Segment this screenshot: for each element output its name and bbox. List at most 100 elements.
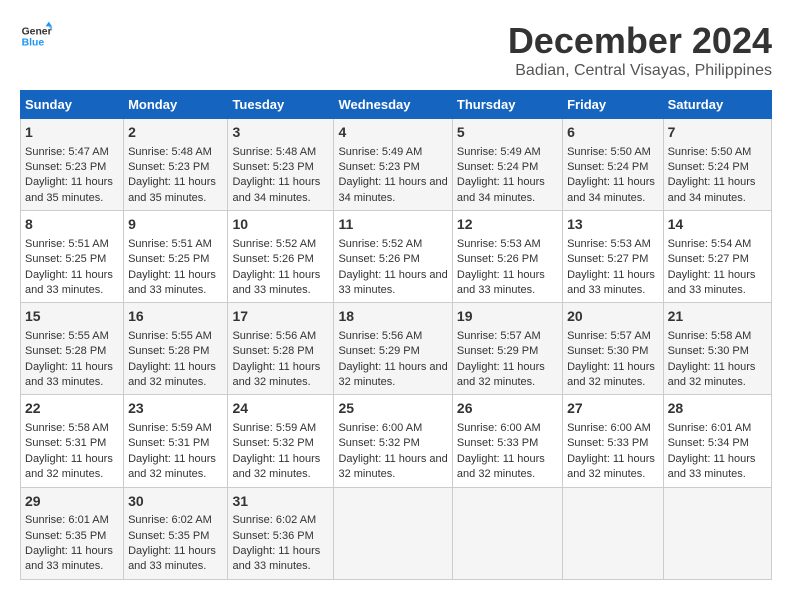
date-number: 20 xyxy=(567,307,659,327)
sunrise-text: Sunrise: 5:59 AM xyxy=(128,422,212,434)
week-row-5: 29 Sunrise: 6:01 AM Sunset: 5:35 PM Dayligh… xyxy=(21,487,772,579)
sunset-text: Sunset: 5:23 PM xyxy=(128,161,209,173)
calendar-cell: 25Sunrise: 6:00 AMSunset: 5:32 PMDayligh… xyxy=(334,395,452,487)
calendar-cell: 31Sunrise: 6:02 AMSunset: 5:36 PMDayligh… xyxy=(228,487,334,579)
date-number: 2 xyxy=(128,123,223,143)
daylight-text: Daylight: 11 hours and 32 minutes. xyxy=(567,453,655,480)
day-header-saturday: Saturday xyxy=(663,91,771,119)
date-number: 30 xyxy=(128,492,223,512)
sunrise-text: Sunrise: 5:55 AM xyxy=(25,330,109,342)
title-area: December 2024 Badian, Central Visayas, P… xyxy=(508,20,772,80)
sunset-text: Sunset: 5:26 PM xyxy=(457,253,538,265)
header-row: SundayMondayTuesdayWednesdayThursdayFrid… xyxy=(21,91,772,119)
calendar-cell: 20Sunrise: 5:57 AMSunset: 5:30 PMDayligh… xyxy=(563,303,664,395)
sunrise-text: Sunrise: 6:01 AM xyxy=(25,514,109,526)
sunrise-text: Sunrise: 5:56 AM xyxy=(338,330,422,342)
week-row-4: 22Sunrise: 5:58 AMSunset: 5:31 PMDayligh… xyxy=(21,395,772,487)
sunrise-text: Sunrise: 6:01 AM xyxy=(668,422,752,434)
calendar-cell xyxy=(563,487,664,579)
sunset-text: Sunset: 5:32 PM xyxy=(232,437,313,449)
date-number: 3 xyxy=(232,123,329,143)
daylight-text: Daylight: 11 hours and 32 minutes. xyxy=(338,453,447,480)
sunset-text: Sunset: 5:23 PM xyxy=(338,161,419,173)
svg-text:Blue: Blue xyxy=(22,38,45,49)
calendar-cell: 14Sunrise: 5:54 AMSunset: 5:27 PMDayligh… xyxy=(663,211,771,303)
date-number: 5 xyxy=(457,123,558,143)
date-number: 19 xyxy=(457,307,558,327)
day-header-sunday: Sunday xyxy=(21,91,124,119)
date-number: 16 xyxy=(128,307,223,327)
calendar-cell: 2Sunrise: 5:48 AMSunset: 5:23 PMDaylight… xyxy=(124,119,228,211)
sunset-text: Sunset: 5:26 PM xyxy=(338,253,419,265)
sunset-text: Sunset: 5:30 PM xyxy=(567,345,648,357)
sunrise-text: Sunrise: 6:00 AM xyxy=(338,422,422,434)
sunset-text: Sunset: 5:33 PM xyxy=(567,437,648,449)
date-number: 29 xyxy=(25,492,119,512)
sunset-text: Sunset: 5:35 PM xyxy=(128,530,209,542)
calendar-cell: 26Sunrise: 6:00 AMSunset: 5:33 PMDayligh… xyxy=(452,395,562,487)
daylight-text: Daylight: 11 hours and 33 minutes. xyxy=(338,269,447,296)
day-header-tuesday: Tuesday xyxy=(228,91,334,119)
daylight-text: Daylight: 11 hours and 35 minutes. xyxy=(25,176,113,203)
sunset-text: Sunset: 5:23 PM xyxy=(232,161,313,173)
daylight-text: Daylight: 11 hours and 32 minutes. xyxy=(567,361,655,388)
calendar-cell: 7Sunrise: 5:50 AMSunset: 5:24 PMDaylight… xyxy=(663,119,771,211)
sunrise-text: Sunrise: 5:54 AM xyxy=(668,238,752,250)
calendar-cell xyxy=(452,487,562,579)
sunrise-text: Sunrise: 5:58 AM xyxy=(25,422,109,434)
daylight-text: Daylight: 11 hours and 34 minutes. xyxy=(668,176,756,203)
calendar-cell: 28Sunrise: 6:01 AMSunset: 5:34 PMDayligh… xyxy=(663,395,771,487)
date-number: 21 xyxy=(668,307,767,327)
sunset-text: Sunset: 5:27 PM xyxy=(668,253,749,265)
daylight-text: Daylight: 11 hours and 32 minutes. xyxy=(128,453,216,480)
date-number: 15 xyxy=(25,307,119,327)
daylight-text: Daylight: 11 hours and 34 minutes. xyxy=(457,176,545,203)
date-number: 9 xyxy=(128,215,223,235)
day-header-wednesday: Wednesday xyxy=(334,91,452,119)
sunset-text: Sunset: 5:29 PM xyxy=(338,345,419,357)
daylight-text: Daylight: 11 hours and 32 minutes. xyxy=(232,453,320,480)
sunrise-text: Sunrise: 5:57 AM xyxy=(457,330,541,342)
daylight-text: Daylight: 11 hours and 32 minutes. xyxy=(668,361,756,388)
sunset-text: Sunset: 5:28 PM xyxy=(128,345,209,357)
sunset-text: Sunset: 5:25 PM xyxy=(25,253,106,265)
sunrise-text: Sunrise: 5:56 AM xyxy=(232,330,316,342)
calendar-cell: 9Sunrise: 5:51 AMSunset: 5:25 PMDaylight… xyxy=(124,211,228,303)
sunset-text: Sunset: 5:31 PM xyxy=(128,437,209,449)
day-header-friday: Friday xyxy=(563,91,664,119)
daylight-text: Daylight: 11 hours and 33 minutes. xyxy=(668,453,756,480)
date-number: 14 xyxy=(668,215,767,235)
sunrise-text: Sunrise: 5:51 AM xyxy=(128,238,212,250)
header: General Blue December 2024 Badian, Centr… xyxy=(20,20,772,80)
calendar-cell: 8Sunrise: 5:51 AMSunset: 5:25 PMDaylight… xyxy=(21,211,124,303)
sunrise-text: Sunrise: 5:49 AM xyxy=(457,146,541,158)
daylight-text: Daylight: 11 hours and 32 minutes. xyxy=(338,361,447,388)
day-header-thursday: Thursday xyxy=(452,91,562,119)
calendar-cell: 30Sunrise: 6:02 AMSunset: 5:35 PMDayligh… xyxy=(124,487,228,579)
daylight-text: Daylight: 11 hours and 32 minutes. xyxy=(128,361,216,388)
sunrise-text: Sunrise: 5:52 AM xyxy=(232,238,316,250)
daylight-text: Daylight: 11 hours and 33 minutes. xyxy=(128,545,216,572)
daylight-text: Daylight: 11 hours and 33 minutes. xyxy=(232,269,320,296)
calendar-cell: 4Sunrise: 5:49 AMSunset: 5:23 PMDaylight… xyxy=(334,119,452,211)
calendar-cell: 21 Sunrise: 5:58 AM Sunset: 5:30 PM Dayligh… xyxy=(663,303,771,395)
svg-text:General: General xyxy=(22,26,52,37)
sunset-text: Sunset: 5:24 PM xyxy=(567,161,648,173)
daylight-text: Daylight: 11 hours and 33 minutes. xyxy=(567,269,655,296)
date-number: 27 xyxy=(567,399,659,419)
sunset-text: Sunset: 5:30 PM xyxy=(668,345,749,357)
date-number: 26 xyxy=(457,399,558,419)
calendar-cell: 16Sunrise: 5:55 AMSunset: 5:28 PMDayligh… xyxy=(124,303,228,395)
date-number: 31 xyxy=(232,492,329,512)
sunset-text: Sunset: 5:35 PM xyxy=(25,530,106,542)
calendar-cell: 12Sunrise: 5:53 AMSunset: 5:26 PMDayligh… xyxy=(452,211,562,303)
sunset-text: Sunset: 5:33 PM xyxy=(457,437,538,449)
day-header-monday: Monday xyxy=(124,91,228,119)
calendar-cell: 5Sunrise: 5:49 AMSunset: 5:24 PMDaylight… xyxy=(452,119,562,211)
calendar-cell: 3Sunrise: 5:48 AMSunset: 5:23 PMDaylight… xyxy=(228,119,334,211)
sunrise-text: Sunrise: 5:52 AM xyxy=(338,238,422,250)
sunrise-text: Sunrise: 5:53 AM xyxy=(567,238,651,250)
sunset-text: Sunset: 5:24 PM xyxy=(668,161,749,173)
sunrise-text: Sunrise: 5:58 AM xyxy=(668,330,752,342)
date-number: 17 xyxy=(232,307,329,327)
